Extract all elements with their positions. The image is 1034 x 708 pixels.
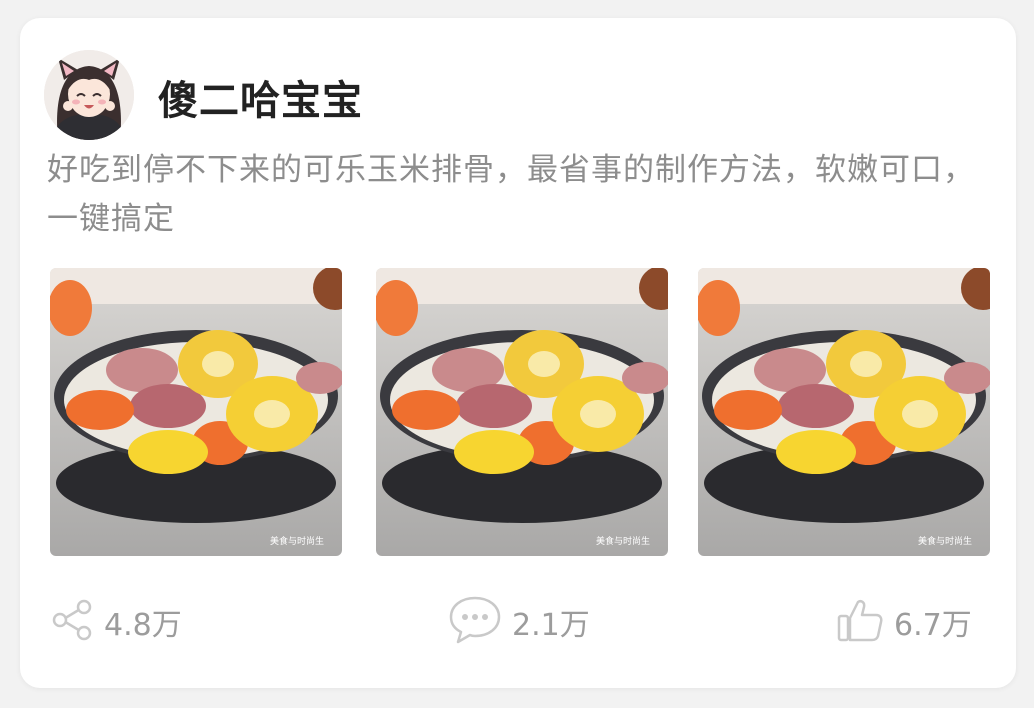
- post-text[interactable]: 好吃到停不下来的可乐玉米排骨，最省事的制作方法，软嫩可口，一键搞定: [47, 146, 995, 244]
- author-name[interactable]: 傻二哈宝宝: [158, 68, 363, 126]
- watermark-text: 美食与时尚生: [596, 535, 650, 546]
- like-button[interactable]: 6.7万: [836, 594, 972, 650]
- watermark-text: 美食与时尚生: [270, 535, 324, 546]
- post-image-1[interactable]: 美食与时尚生: [50, 268, 342, 556]
- comment-bubble-icon: [448, 594, 502, 650]
- soup-bowl-photo: 美食与时尚生: [698, 268, 990, 556]
- soup-bowl-photo: 美食与时尚生: [50, 268, 342, 556]
- author-avatar[interactable]: [44, 50, 134, 140]
- thumbs-up-icon: [836, 596, 884, 648]
- watermark-text: 美食与时尚生: [918, 535, 972, 546]
- like-count: 6.7万: [894, 608, 972, 643]
- share-icon: [50, 598, 94, 646]
- post-image-2[interactable]: 美食与时尚生: [376, 268, 668, 556]
- share-count: 4.8万: [104, 608, 182, 643]
- avatar-illustration: [44, 50, 134, 140]
- comment-button[interactable]: 2.1万: [448, 594, 590, 650]
- post-image-3[interactable]: 美食与时尚生: [698, 268, 990, 556]
- soup-bowl-photo: 美食与时尚生: [376, 268, 668, 556]
- share-button[interactable]: 4.8万: [50, 594, 182, 650]
- comment-count: 2.1万: [512, 608, 590, 643]
- post-card[interactable]: 傻二哈宝宝 好吃到停不下来的可乐玉米排骨，最省事的制作方法，软嫩可口，一键搞定: [20, 18, 1016, 688]
